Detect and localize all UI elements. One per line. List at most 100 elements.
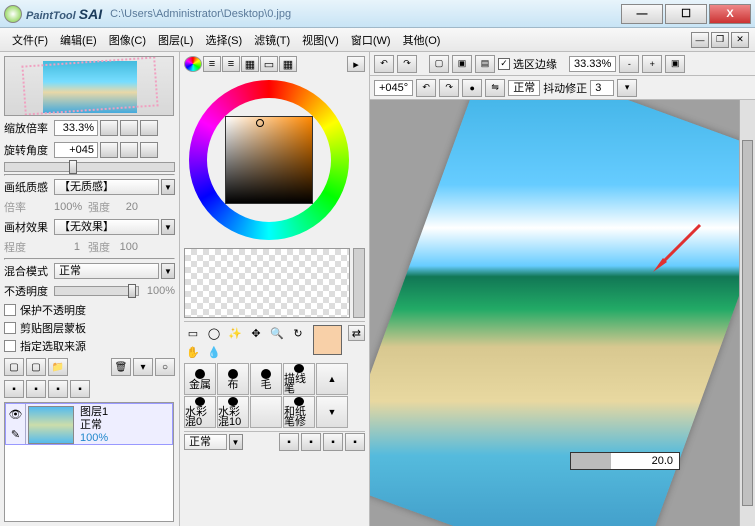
new-folder-button[interactable]: 📁: [48, 358, 68, 376]
swap-colors-button[interactable]: ⇄: [348, 325, 365, 341]
new-layer-button[interactable]: ▢: [4, 358, 24, 376]
flatten-button[interactable]: ▪: [26, 380, 46, 398]
deselect-button[interactable]: ▢: [429, 55, 449, 73]
chevron-down-icon[interactable]: ▼: [161, 219, 175, 235]
pen-icon[interactable]: ✎: [6, 424, 25, 444]
rotate-ccw-button[interactable]: [100, 142, 118, 158]
brush-fur[interactable]: 毛: [250, 363, 282, 395]
opacity-slider[interactable]: [54, 286, 139, 296]
brush-scroll-up[interactable]: ▲: [316, 363, 348, 395]
zoom-tool[interactable]: 🔍: [268, 325, 286, 341]
color-wheel[interactable]: [184, 75, 354, 245]
menu-view[interactable]: 视图(V): [296, 30, 345, 50]
menu-image[interactable]: 图像(C): [103, 30, 152, 50]
brush-mode-select[interactable]: 正常: [184, 434, 227, 450]
canvas-vertical-scrollbar[interactable]: [739, 100, 755, 526]
brush-watercolor-10[interactable]: 水彩混10: [217, 396, 249, 428]
brush-washi[interactable]: 和纸笔修: [283, 396, 315, 428]
brush-scroll-down[interactable]: ▼: [316, 396, 348, 428]
brush-metal[interactable]: 金属: [184, 363, 216, 395]
blend-mode-select[interactable]: 正常: [54, 263, 159, 279]
transfer-down-button[interactable]: ▪: [4, 380, 24, 398]
merge-down-button[interactable]: ▾: [133, 358, 153, 376]
window-maximize-button[interactable]: ☐: [665, 4, 707, 24]
invert-select-button[interactable]: ▣: [452, 55, 472, 73]
menu-other[interactable]: 其他(O): [397, 30, 447, 50]
panel-toggle-button[interactable]: ▸: [347, 56, 365, 72]
move-tool[interactable]: ✥: [247, 325, 265, 341]
zoom-reset-button[interactable]: [140, 120, 158, 136]
canvas-flip-h[interactable]: ⇋: [485, 79, 505, 97]
chevron-down-icon[interactable]: ▼: [161, 263, 175, 279]
mask-button[interactable]: ▪: [48, 380, 68, 398]
canvas-zoom-field[interactable]: 33.33%: [569, 56, 616, 72]
sv-picker[interactable]: [225, 116, 313, 204]
canvas-rotate-ccw[interactable]: ↶: [416, 79, 436, 97]
canvas-viewport[interactable]: 20.0: [370, 100, 755, 526]
rect-select-tool[interactable]: ▭: [184, 325, 202, 341]
doc-restore-button[interactable]: ❐: [711, 32, 729, 48]
preserve-opacity-checkbox[interactable]: [4, 304, 16, 316]
undo-button[interactable]: ↶: [374, 55, 394, 73]
canvas-zoom-fit[interactable]: ▣: [665, 55, 685, 73]
rgb-slider-tab[interactable]: ≡: [203, 56, 221, 72]
redo-button[interactable]: ↷: [397, 55, 417, 73]
brush-size-indicator[interactable]: 20.0: [570, 452, 680, 470]
window-minimize-button[interactable]: —: [621, 4, 663, 24]
menu-select[interactable]: 选择(S): [199, 30, 248, 50]
swatch-scrollbar[interactable]: [353, 248, 365, 318]
canvas-rotation-field[interactable]: +045°: [374, 80, 413, 96]
rotate-cw-button[interactable]: [120, 142, 138, 158]
window-close-button[interactable]: X: [709, 4, 751, 24]
gray-tab[interactable]: ▦: [241, 56, 259, 72]
foreground-color[interactable]: [313, 325, 342, 355]
stabilizer-toggle[interactable]: ▾: [617, 79, 637, 97]
navigator-thumbnail[interactable]: [4, 56, 174, 116]
chevron-down-icon[interactable]: ▼: [161, 179, 175, 195]
rotation-value[interactable]: +045: [54, 142, 98, 158]
swatch-panel[interactable]: [184, 248, 350, 318]
show-select-button[interactable]: ▤: [475, 55, 495, 73]
menu-edit[interactable]: 编辑(E): [54, 30, 103, 50]
brush-empty[interactable]: [250, 396, 282, 428]
menu-window[interactable]: 窗口(W): [345, 30, 397, 50]
brush-lineart[interactable]: 描线笔: [283, 363, 315, 395]
apply-mask-button[interactable]: ▪: [70, 380, 90, 398]
scratchpad-tab[interactable]: ▦: [279, 56, 297, 72]
menu-layer[interactable]: 图层(L): [152, 30, 199, 50]
brush-opt-1[interactable]: ▪: [279, 433, 299, 451]
menu-file[interactable]: 文件(F): [6, 30, 54, 50]
canvas-zoom-out[interactable]: -: [619, 55, 639, 73]
zoom-value[interactable]: 33.3%: [54, 120, 98, 136]
menu-filter[interactable]: 滤镜(T): [248, 30, 296, 50]
swatch-tab[interactable]: ▭: [260, 56, 278, 72]
brush-watercolor-0[interactable]: 水彩混0: [184, 396, 216, 428]
doc-close-button[interactable]: ✕: [731, 32, 749, 48]
color-wheel-tab[interactable]: [184, 56, 202, 72]
magic-wand-tool[interactable]: ✨: [226, 325, 244, 341]
clear-layer-button[interactable]: ○: [155, 358, 175, 376]
rotate-reset-button[interactable]: [140, 142, 158, 158]
zoom-out-button[interactable]: [100, 120, 118, 136]
brush-opt-2[interactable]: ▪: [301, 433, 321, 451]
color-picker-tool[interactable]: 💧: [205, 344, 223, 360]
stabilizer-value[interactable]: 3: [590, 80, 614, 96]
eye-icon[interactable]: 👁: [6, 404, 25, 424]
hand-tool[interactable]: ✋: [184, 344, 202, 360]
selection-source-checkbox[interactable]: [4, 340, 16, 352]
canvas-rotate-cw[interactable]: ↷: [439, 79, 459, 97]
navigator-slider[interactable]: [4, 162, 175, 172]
delete-layer-button[interactable]: 🗑: [111, 358, 131, 376]
canvas-rotate-reset[interactable]: ●: [462, 79, 482, 97]
new-vector-layer-button[interactable]: ▢: [26, 358, 46, 376]
brush-cloth[interactable]: 布: [217, 363, 249, 395]
zoom-in-button[interactable]: [120, 120, 138, 136]
clipping-mask-checkbox[interactable]: [4, 322, 16, 334]
lasso-tool[interactable]: ◯: [205, 325, 223, 341]
rotate-tool[interactable]: ↻: [289, 325, 307, 341]
hsv-slider-tab[interactable]: ≡: [222, 56, 240, 72]
brush-opt-4[interactable]: ▪: [345, 433, 365, 451]
canvas-mode-field[interactable]: 正常: [508, 80, 540, 96]
layer-item[interactable]: 👁 ✎ 图层1 正常 100%: [5, 403, 173, 445]
doc-minimize-button[interactable]: —: [691, 32, 709, 48]
